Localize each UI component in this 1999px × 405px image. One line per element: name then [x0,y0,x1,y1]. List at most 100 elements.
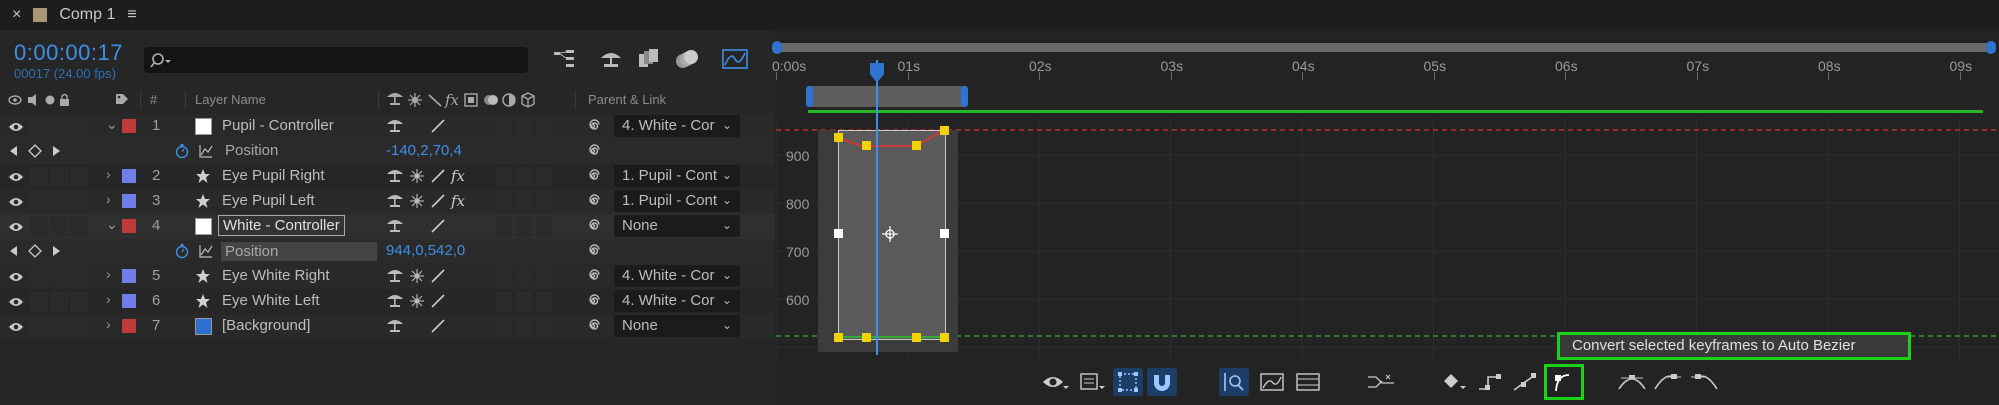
solo-toggle[interactable] [50,167,68,186]
fit-all-icon[interactable] [1257,368,1287,396]
3d-switch[interactable] [536,167,552,186]
layer-row[interactable]: › 7 [Background] None ⌄ [0,314,775,339]
parent-dropdown[interactable]: None ⌄ [614,315,740,337]
audio-toggle[interactable] [30,117,48,136]
visibility-eye-icon[interactable] [8,320,24,337]
collapse-switch-icon[interactable] [409,293,425,313]
3d-switch[interactable] [536,292,552,311]
layer-name[interactable]: Eye Pupil Left [222,192,315,209]
time-navigator-start-handle[interactable] [772,41,782,54]
label-color-swatch[interactable] [122,294,136,308]
parent-pickwhip-icon[interactable] [585,318,601,338]
shy-switch-icon[interactable] [386,293,404,313]
3d-switch[interactable] [536,217,552,236]
layer-row[interactable]: › 5 Eye White Right 4. White - Cor ⌄ [0,264,775,289]
snap-icon[interactable] [1147,368,1177,396]
parent-pickwhip-icon[interactable] [585,218,601,238]
playhead-icon[interactable] [869,62,885,84]
property-row[interactable]: Position 944,0,542,0 [0,239,775,264]
audio-toggle[interactable] [30,217,48,236]
label-color-swatch[interactable] [122,219,136,233]
visibility-eye-icon[interactable] [8,295,24,312]
motion-blur-switch[interactable] [496,217,512,236]
motion-blur-icon[interactable] [670,44,704,74]
audio-toggle[interactable] [30,192,48,211]
transform-box-icon[interactable] [1113,368,1143,396]
lock-toggle[interactable] [70,167,88,186]
transform-box-side-handle[interactable] [834,229,843,238]
label-color-swatch[interactable] [122,169,136,183]
label-color-swatch[interactable] [122,119,136,133]
layer-name[interactable]: Eye White Right [222,267,330,284]
time-navigator[interactable] [778,43,1990,52]
solo-toggle[interactable] [50,292,68,311]
draft-3d-icon[interactable] [594,44,628,74]
easy-ease-icon[interactable] [1617,368,1647,396]
shy-switch-icon[interactable] [386,193,404,213]
motion-blur-switch[interactable] [496,267,512,286]
motion-blur-switch[interactable] [496,192,512,211]
parent-pickwhip-icon[interactable] [585,293,601,313]
3d-switch[interactable] [536,117,552,136]
adjustment-switch[interactable] [516,192,532,211]
chevron-down-icon[interactable]: ⌄ [106,116,118,133]
property-value[interactable]: -140,2,70,4 [386,142,462,159]
3d-switch[interactable] [536,317,552,336]
work-area-end-handle[interactable] [961,86,968,107]
fit-selection-icon[interactable] [1219,368,1249,396]
lock-toggle[interactable] [70,267,88,286]
convert-hold-icon[interactable] [1475,368,1505,396]
next-keyframe-icon[interactable] [52,144,62,162]
parent-dropdown[interactable]: None ⌄ [614,215,740,237]
layer-row[interactable]: › 2 Eye Pupil Right fx 1. Pupil - Cont ⌄ [0,164,775,189]
layer-name[interactable]: [Background] [222,317,310,334]
time-navigator-end-handle[interactable] [1986,41,1996,54]
stopwatch-icon[interactable] [174,243,190,263]
label-color-swatch[interactable] [122,194,136,208]
prev-keyframe-icon[interactable] [8,144,18,162]
shy-switch-icon[interactable] [386,168,404,188]
collapse-switch-icon[interactable] [409,193,425,213]
keyframe-handle[interactable] [862,333,871,342]
label-color-swatch[interactable] [122,269,136,283]
adjustment-switch[interactable] [516,317,532,336]
parent-pickwhip-icon[interactable] [585,268,601,288]
collapse-switch-icon[interactable] [409,168,425,188]
separate-dimensions-icon[interactable] [1366,368,1396,396]
chevron-right-icon[interactable]: › [106,191,111,207]
visibility-eye-icon[interactable] [8,170,24,187]
chevron-right-icon[interactable]: › [106,266,111,282]
shy-switch-icon[interactable] [386,118,404,138]
graph-type-icon[interactable] [1078,368,1108,396]
motion-blur-switch[interactable] [496,292,512,311]
audio-toggle[interactable] [30,317,48,336]
stopwatch-icon[interactable] [174,143,190,163]
chevron-right-icon[interactable]: › [106,166,111,182]
transform-box-side-handle[interactable] [940,229,949,238]
shy-switch-icon[interactable] [386,318,404,338]
property-row[interactable]: Position -140,2,70,4 [0,139,775,164]
graph-toggle-icon[interactable] [198,143,214,163]
graph-toggle-icon[interactable] [198,243,214,263]
effects-switch-icon[interactable]: fx [450,192,470,213]
graph-editor-icon[interactable] [718,44,752,74]
col-parent-link[interactable]: Parent & Link [588,92,666,107]
col-layer-name[interactable]: Layer Name [195,92,266,107]
motion-blur-switch[interactable] [496,117,512,136]
keyframe-handle[interactable] [912,333,921,342]
solo-toggle[interactable] [50,267,68,286]
tab-comp[interactable]: × Comp 1 ≡ [0,0,200,30]
add-keyframe-icon[interactable] [28,144,42,162]
effects-switch-icon[interactable]: fx [450,167,470,188]
solo-toggle[interactable] [50,317,68,336]
solo-toggle[interactable] [50,117,68,136]
add-keyframe-icon[interactable] [28,244,42,262]
parent-pickwhip-icon[interactable] [585,193,601,213]
keyframe-handle[interactable] [834,333,843,342]
3d-switch[interactable] [536,192,552,211]
easy-ease-out-icon[interactable] [1689,368,1719,396]
adjustment-switch[interactable] [516,292,532,311]
work-area-bar[interactable] [808,86,966,107]
visibility-eye-icon[interactable] [8,270,24,287]
prev-keyframe-icon[interactable] [8,244,18,262]
